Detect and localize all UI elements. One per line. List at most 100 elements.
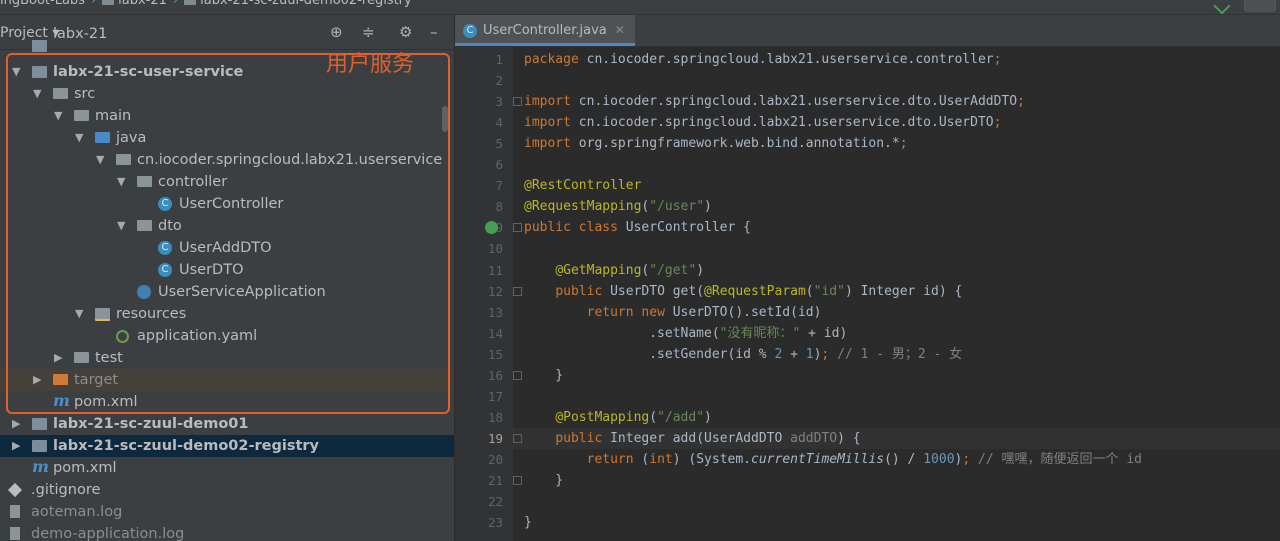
tree-item[interactable]: ▼ resources	[0, 303, 454, 325]
folder-icon	[74, 110, 89, 121]
expand-arrow-icon[interactable]: ▼	[33, 83, 41, 105]
line-number: 21	[487, 473, 503, 488]
code-token: (	[649, 409, 658, 425]
tree-item-label: test	[95, 350, 123, 366]
fold-marker-icon[interactable]	[513, 433, 522, 443]
scrollbar-thumb[interactable]	[442, 106, 448, 132]
line-number: 13	[487, 304, 503, 320]
code-line: }	[524, 512, 532, 533]
tree-item[interactable]: ▼ controller	[0, 171, 454, 193]
line-number: 22	[487, 494, 503, 510]
expand-arrow-icon[interactable]: ▼	[96, 149, 104, 171]
code-token: org.springframework.web.bind.annotation.…	[578, 136, 900, 152]
line-number: 23	[487, 515, 503, 531]
code-token: cn.iocoder.springcloud.labx21.userservic…	[578, 94, 1018, 110]
line-number: 11	[487, 262, 503, 278]
breadcrumb-item[interactable]: ingBoot-Labs	[0, 0, 85, 8]
code-line: public class UserController {	[524, 217, 751, 238]
tab-usercontroller[interactable]: C UserController.java ✕	[455, 15, 635, 46]
code-token: (	[805, 283, 814, 299]
folder-icon	[53, 88, 68, 99]
code-token: // 1 - 男；2 - 女	[829, 346, 963, 362]
code-token: ) {	[837, 430, 861, 446]
project-panel: Project ▾ ⊕ ≑ ⚙ – labx-21 ▼ labx-21-sc-use…	[0, 15, 454, 541]
code-line: .setGender(id % 2 + 1); // 1 - 男；2 - 女	[524, 344, 962, 365]
tree-item[interactable]: m pom.xml	[0, 391, 454, 413]
tree-item[interactable]: aoteman.log	[0, 501, 454, 523]
tree-item[interactable]: ▼ java	[0, 127, 454, 149]
code-token: (UserAddDTO	[696, 430, 791, 446]
tree-item[interactable]: ▶ labx-21-sc-zuul-demo02-registry	[0, 435, 454, 457]
code-line: @GetMapping("/get")	[524, 260, 704, 281]
code-token: public	[555, 283, 611, 299]
collapse-arrow-icon[interactable]: ▶	[12, 435, 20, 457]
tree-item[interactable]: ▶ labx-21-sc-zuul-demo01	[0, 413, 454, 435]
code-token: )	[704, 409, 712, 425]
editor-tab-bar: C UserController.java ✕	[455, 15, 1280, 47]
tree-item-label: aoteman.log	[31, 504, 123, 520]
tree-item-label: java	[116, 130, 147, 146]
module-icon	[32, 440, 47, 452]
expand-arrow-icon[interactable]: ▼	[75, 303, 83, 325]
tree-item[interactable]: demo-application.log	[0, 523, 454, 541]
code-token: public	[555, 430, 611, 446]
folder-icon	[137, 220, 152, 231]
code-token: ;	[899, 136, 908, 152]
tree-item-label: pom.xml	[74, 394, 138, 410]
module-icon	[32, 40, 47, 52]
expand-arrow-icon[interactable]: ▼	[117, 171, 125, 193]
tree-item[interactable]: ▼ cn.iocoder.springcloud.labx21.userservi…	[0, 149, 454, 171]
expand-arrow-icon[interactable]: ▼	[12, 61, 20, 83]
fold-marker-icon[interactable]	[513, 97, 522, 107]
code-token: 1	[805, 346, 814, 362]
tree-item[interactable]: ▶ test	[0, 347, 454, 369]
tree-item[interactable]: C UserController	[0, 193, 454, 215]
fold-marker-icon[interactable]	[513, 223, 522, 233]
code-token: "/get"	[649, 262, 697, 278]
line-number: 14	[487, 325, 503, 341]
build-icon[interactable]	[1213, 0, 1231, 14]
tree-item[interactable]: ▼ src	[0, 83, 454, 105]
code-token: @GetMapping	[555, 262, 642, 278]
fold-marker-icon[interactable]	[513, 370, 522, 380]
expand-arrow-icon[interactable]: ▼	[117, 215, 125, 237]
folder-icon	[74, 352, 89, 363]
tree-item[interactable]: ▼ main	[0, 105, 454, 127]
expand-arrow-icon[interactable]: ▼	[54, 105, 62, 127]
folder-icon	[116, 154, 131, 165]
tree-item[interactable]: ▶ target	[0, 369, 454, 391]
fold-marker-icon[interactable]	[513, 286, 522, 296]
code-token: ) Integer id) {	[844, 283, 963, 299]
tree-item[interactable]: C UserDTO	[0, 259, 454, 281]
code-token: cn.iocoder.springcloud.labx21.userservic…	[578, 115, 994, 131]
folder-icon	[184, 0, 197, 5]
breadcrumb-separator: ›	[90, 0, 97, 8]
close-icon[interactable]: ✕	[615, 23, 625, 37]
collapse-arrow-icon[interactable]: ▶	[33, 369, 41, 391]
tree-item[interactable]: application.yaml	[0, 325, 454, 347]
code-token: return	[586, 451, 642, 467]
collapse-arrow-icon[interactable]: ▶	[54, 347, 62, 369]
code-token: UserDTO	[610, 283, 673, 299]
tree-item[interactable]: ▼ dto	[0, 215, 454, 237]
line-number: 18	[487, 409, 503, 425]
tree-item-label: resources	[116, 306, 187, 322]
expand-arrow-icon[interactable]: ▼	[75, 127, 83, 149]
breadcrumb-item[interactable]: labx-21	[118, 0, 167, 8]
code-token: @RequestMapping	[524, 199, 642, 215]
log-file-icon	[10, 505, 20, 518]
collapse-arrow-icon[interactable]: ▶	[12, 413, 20, 435]
breadcrumb-item[interactable]: labx-21-sc-zuul-demo02-registry	[200, 0, 412, 8]
fold-marker-icon[interactable]	[513, 476, 522, 485]
tree-item[interactable]: C UserAddDTO	[0, 237, 454, 259]
tree-item[interactable]: UserServiceApplication	[0, 281, 454, 303]
run-config-button[interactable]	[1244, 0, 1276, 12]
code-token: ;	[962, 451, 971, 467]
tree-item[interactable]: m pom.xml	[0, 457, 454, 479]
tree-item-label: labx-21-sc-zuul-demo01	[53, 416, 249, 432]
tree-item-label: controller	[158, 174, 228, 190]
tree-item[interactable]: .gitignore	[0, 479, 454, 501]
code-token: return new	[586, 304, 673, 320]
code-token: + id)	[800, 325, 848, 341]
